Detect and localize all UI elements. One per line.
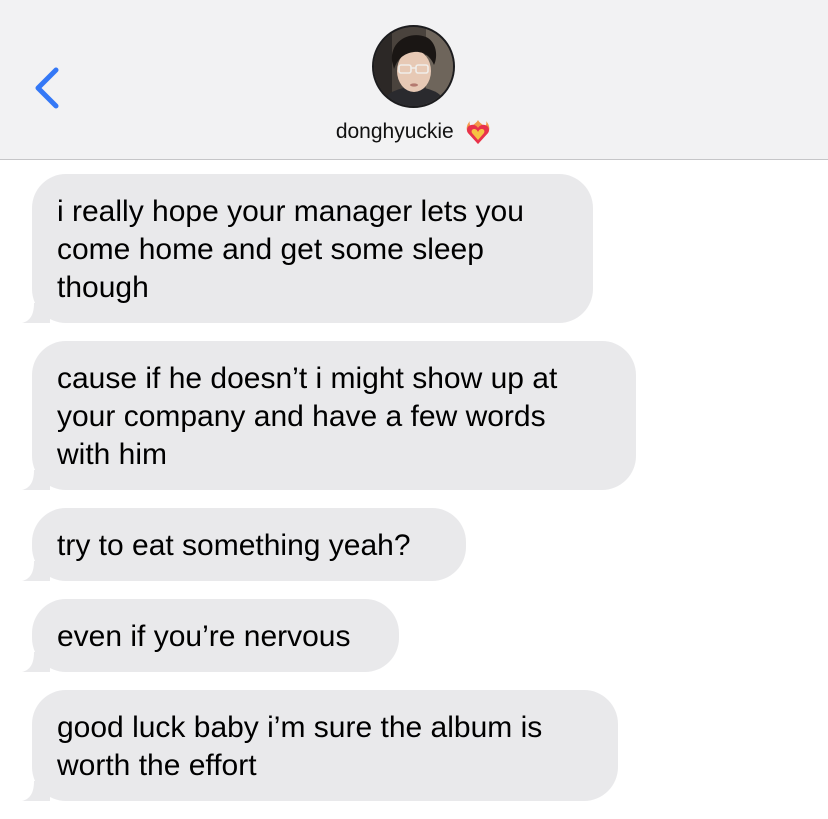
chevron-left-icon bbox=[35, 67, 59, 109]
heart-on-fire-icon bbox=[464, 118, 492, 146]
contact-title[interactable]: donghyuckie bbox=[0, 118, 828, 146]
message-text-line: even if you’re nervous bbox=[57, 620, 351, 653]
bubble-tail bbox=[22, 470, 50, 490]
message-text-line: come home and get some sleep bbox=[57, 233, 484, 266]
contact-avatar[interactable] bbox=[372, 25, 455, 108]
contact-name[interactable]: donghyuckie bbox=[336, 120, 454, 143]
bubble-tail bbox=[22, 781, 50, 801]
message-text-line: with him bbox=[57, 438, 168, 471]
message-text-line: i really hope your manager lets you bbox=[57, 195, 524, 228]
message-bubble[interactable]: try to eat something yeah? bbox=[22, 508, 466, 581]
message-text-line: though bbox=[57, 271, 149, 304]
message-bubble[interactable]: good luck baby i’m sure the album is wor… bbox=[22, 690, 618, 801]
message-bubble[interactable]: i really hope your manager lets you come… bbox=[22, 174, 593, 323]
conversation-header: donghyuckie bbox=[0, 0, 828, 160]
message-text-line: try to eat something yeah? bbox=[57, 529, 411, 562]
message-text-line: worth the effort bbox=[57, 749, 257, 782]
message-text-line: your company and have a few words bbox=[57, 400, 546, 433]
bubble-tail bbox=[22, 561, 50, 581]
message-text-line: cause if he doesn’t i might show up at bbox=[57, 362, 558, 395]
bubble-tail bbox=[22, 652, 50, 672]
message-text-line: good luck baby i’m sure the album is bbox=[57, 711, 543, 744]
message-bubble[interactable]: cause if he doesn’t i might show up at y… bbox=[22, 341, 636, 490]
message-thread: i really hope your manager lets you come… bbox=[0, 160, 828, 819]
bubble-tail bbox=[22, 303, 50, 323]
avatar-photo bbox=[374, 27, 453, 106]
back-button[interactable] bbox=[28, 62, 68, 114]
message-bubble[interactable]: even if you’re nervous bbox=[22, 599, 399, 672]
